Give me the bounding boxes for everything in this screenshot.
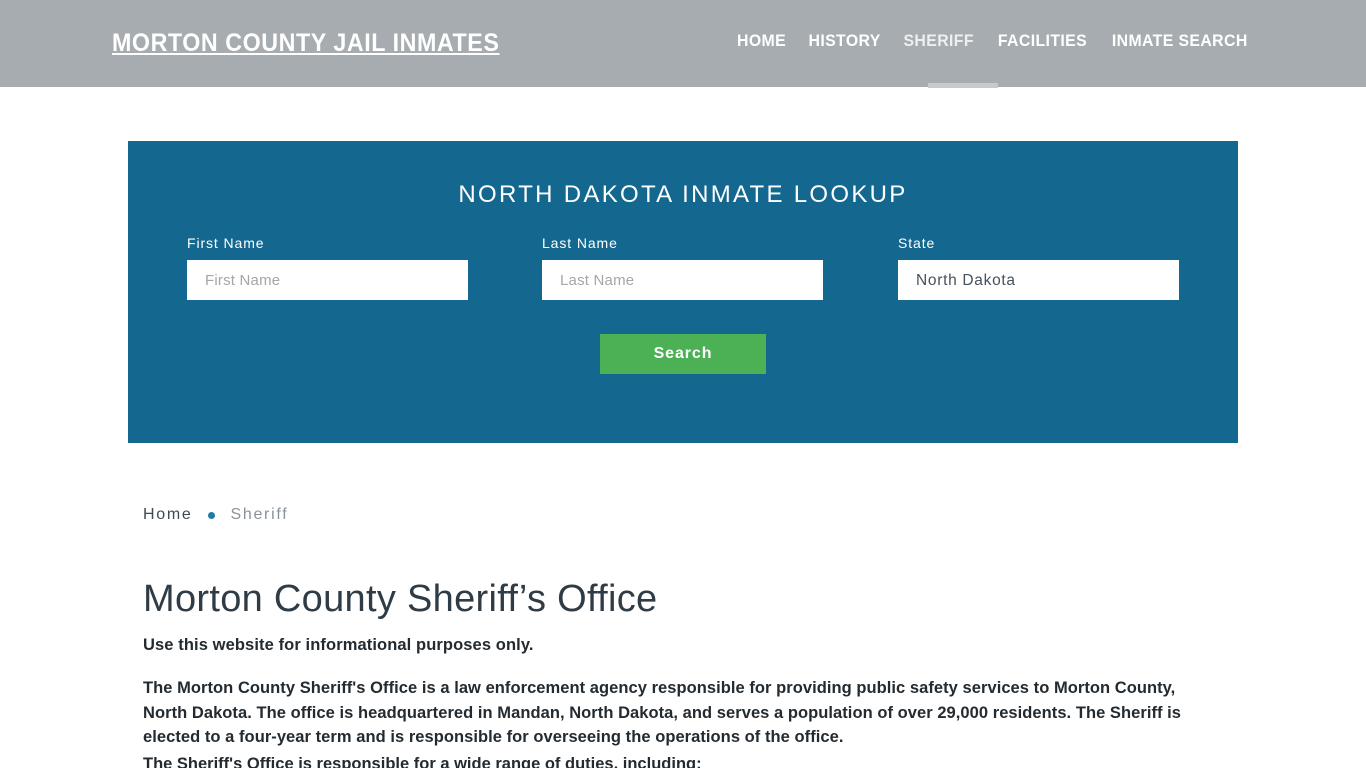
search-button-wrapper: Search: [128, 334, 1238, 374]
nav-item-history[interactable]: History: [799, 32, 890, 51]
main-navigation: Home History Sheriff Facilities Inmate S…: [726, 32, 1260, 51]
page-lede-text: Use this website for informational purpo…: [143, 636, 534, 654]
last-name-label: Last Name: [542, 235, 618, 251]
last-name-input[interactable]: [542, 260, 823, 300]
site-brand-logo[interactable]: Morton County Jail Inmates: [112, 29, 499, 58]
first-name-input[interactable]: [187, 260, 468, 300]
lookup-fields-row: First Name Last Name State North Dakota: [128, 235, 1238, 305]
state-select[interactable]: North Dakota: [898, 260, 1179, 300]
first-name-field-group: First Name: [187, 235, 468, 300]
nav-item-facilities[interactable]: Facilities: [988, 32, 1096, 51]
breadcrumb: Home Sheriff: [143, 506, 288, 524]
search-button[interactable]: Search: [600, 334, 766, 374]
lookup-panel-title: North Dakota Inmate Lookup: [458, 181, 908, 208]
nav-item-sheriff[interactable]: Sheriff: [894, 32, 984, 51]
breadcrumb-separator-dot-icon: [208, 511, 216, 519]
first-name-label: First Name: [187, 235, 265, 251]
breadcrumb-item-home[interactable]: Home: [143, 506, 192, 524]
state-field-group: State North Dakota: [898, 235, 1179, 300]
state-label: State: [898, 235, 936, 251]
last-name-field-group: Last Name: [542, 235, 823, 300]
nav-active-indicator: [928, 83, 998, 88]
nav-item-inmate-search[interactable]: Inmate Search: [1102, 32, 1257, 51]
inmate-lookup-panel: North Dakota Inmate Lookup First Name La…: [128, 141, 1238, 443]
page-title: Morton County Sheriff’s Office: [143, 578, 658, 620]
site-header: Morton County Jail Inmates Home History …: [0, 0, 1366, 88]
nav-item-home[interactable]: Home: [727, 32, 795, 51]
page-body-paragraph-partial: The Sheriff's Office is responsible for …: [143, 755, 702, 768]
breadcrumb-item-current: Sheriff: [230, 506, 289, 523]
page-body-paragraph: The Morton County Sheriff's Office is a …: [143, 679, 1182, 746]
